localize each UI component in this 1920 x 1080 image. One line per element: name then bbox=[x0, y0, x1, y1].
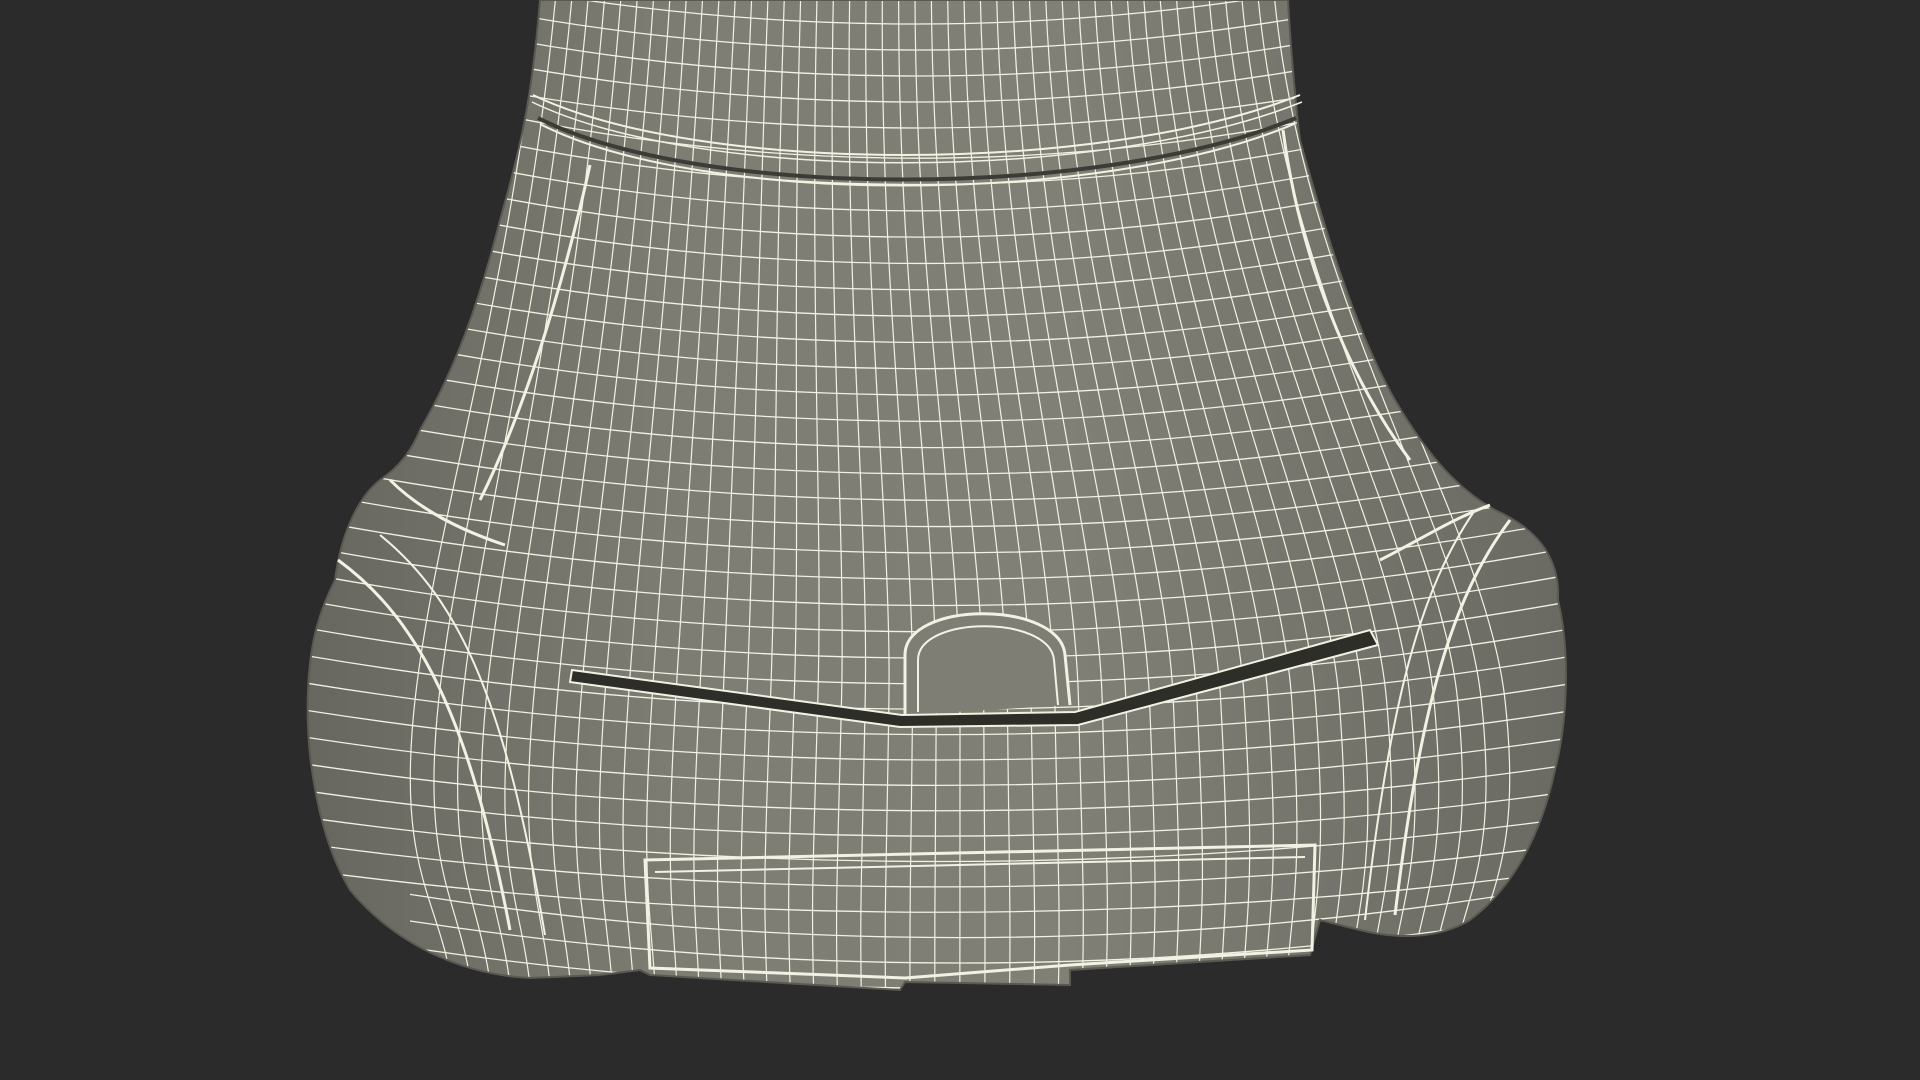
render-viewport bbox=[0, 0, 1920, 1080]
mesh-surface bbox=[307, 0, 1566, 990]
arch-feature bbox=[903, 612, 1072, 715]
mesh-body bbox=[306, 0, 1567, 992]
wireframe-render bbox=[306, 0, 1567, 992]
